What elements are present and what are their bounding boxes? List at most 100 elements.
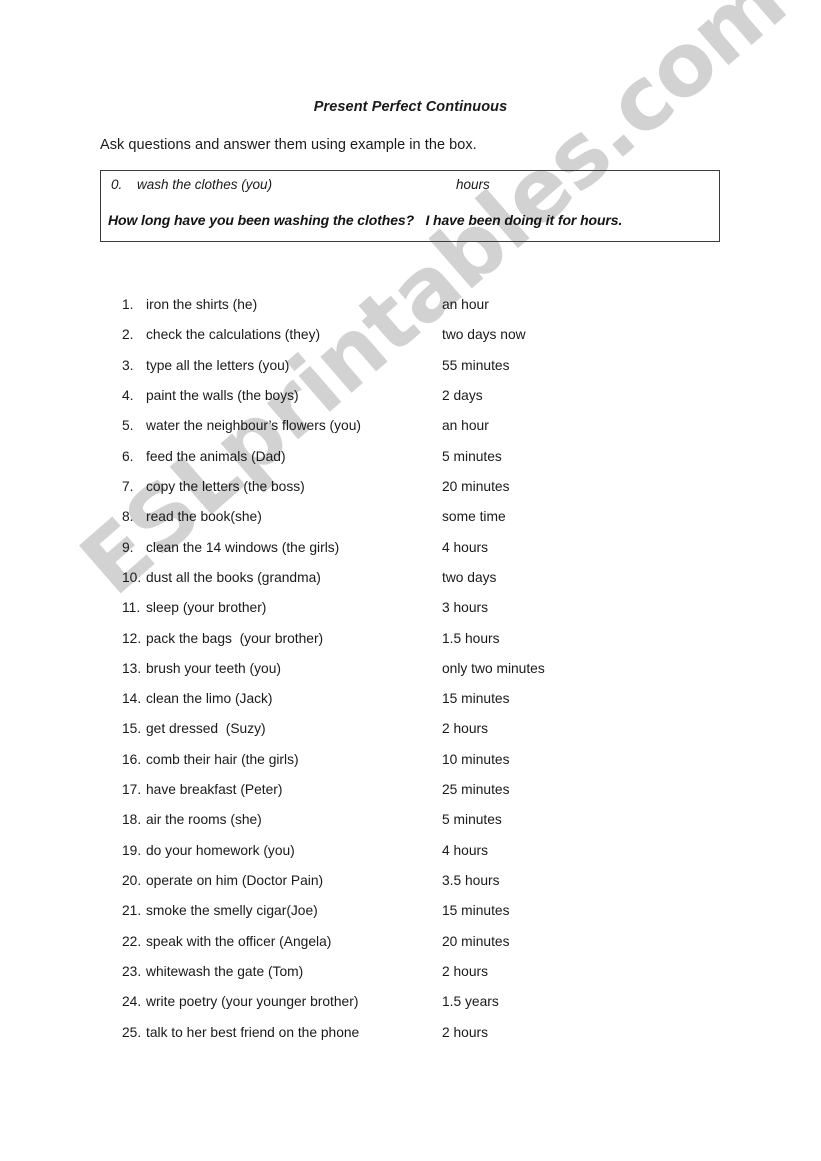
instruction-text: Ask questions and answer them using exam… <box>100 137 477 153</box>
exercise-number: 22. <box>122 933 142 949</box>
exercise-task: clean the 14 windows (the girls) <box>146 539 340 555</box>
exercise-number: 20. <box>122 873 142 889</box>
exercise-task: do your homework (you) <box>146 842 295 858</box>
example-duration: hours <box>456 177 490 192</box>
exercise-duration: 3.5 hours <box>442 873 500 889</box>
exercise-duration: 20 minutes <box>442 478 510 494</box>
exercise-duration: 5 minutes <box>442 448 502 464</box>
exercise-duration: 25 minutes <box>442 782 510 798</box>
exercise-task: read the book(she) <box>146 509 262 525</box>
exercise-duration: 2 hours <box>442 964 489 980</box>
exercise-task: write poetry (your younger brother) <box>146 994 359 1010</box>
exercise-duration: 10 minutes <box>442 751 510 767</box>
exercise-number: 3. <box>122 357 134 373</box>
exercise-number: 14. <box>122 691 142 707</box>
example-task: wash the clothes (you) <box>137 177 273 192</box>
exercise-number: 19. <box>122 842 142 858</box>
exercise-row: 2. check the calculations (they) two days … <box>0 327 821 357</box>
exercise-task: get dressed (Suzy) <box>146 721 266 737</box>
exercise-row: 19. do your homework (you) 4 hours <box>0 843 821 873</box>
exercise-task: speak with the officer (Angela) <box>146 933 332 949</box>
exercise-row: 25. talk to her best friend on the phone 2… <box>0 1025 821 1055</box>
exercise-duration: two days now <box>442 327 526 343</box>
exercise-duration: 2 days <box>442 387 483 403</box>
exercise-task: pack the bags (your brother) <box>146 630 324 646</box>
worksheet-page: ESLprintables.com Present Perfect Contin… <box>0 0 821 1161</box>
exercise-duration: 3 hours <box>442 600 489 616</box>
exercise-task: check the calculations (they) <box>146 327 321 343</box>
exercise-row: 22. speak with the officer (Angela) 20 min… <box>0 934 821 964</box>
exercise-row: 8. read the book(she) some time <box>0 509 821 539</box>
exercise-row: 23. whitewash the gate (Tom) 2 hours <box>0 964 821 994</box>
exercise-number: 6. <box>122 448 134 464</box>
exercise-duration: an hour <box>442 297 489 312</box>
exercise-duration: 20 minutes <box>442 933 510 949</box>
exercise-task: whitewash the gate (Tom) <box>146 964 304 980</box>
exercise-duration: 4 hours <box>442 539 489 555</box>
exercise-duration: 2 hours <box>442 721 489 737</box>
exercise-row: 4. paint the walls (the boys) 2 days <box>0 388 821 418</box>
exercise-task: smoke the smelly cigar(Joe) <box>146 903 318 919</box>
exercise-task: dust all the books (grandma) <box>146 569 321 585</box>
exercise-duration: only two minutes <box>442 660 545 676</box>
exercise-row: 12. pack the bags (your brother) 1.5 hours <box>0 631 821 661</box>
exercise-task: air the rooms (she) <box>146 812 262 828</box>
exercise-number: 2. <box>122 327 134 343</box>
exercise-row: 3. type all the letters (you) 55 minutes <box>0 358 821 388</box>
exercise-row: 14. clean the limo (Jack) 15 minutes <box>0 691 821 721</box>
exercise-duration: 1.5 years <box>442 994 499 1010</box>
exercise-duration: 55 minutes <box>442 357 510 373</box>
exercise-number: 24. <box>122 994 142 1010</box>
exercise-row: 6. feed the animals (Dad) 5 minutes <box>0 449 821 479</box>
exercise-task: operate on him (Doctor Pain) <box>146 873 324 889</box>
example-answer: How long have you been washing the cloth… <box>108 212 623 228</box>
exercise-row: 9. clean the 14 windows (the girls) 4 hour… <box>0 540 821 570</box>
exercise-duration: 2 hours <box>442 1024 489 1040</box>
exercise-duration: some time <box>442 509 506 525</box>
exercise-task: talk to her best friend on the phone <box>146 1024 360 1040</box>
exercise-task: feed the animals (Dad) <box>146 448 286 464</box>
exercise-duration: 4 hours <box>442 842 489 858</box>
exercise-number: 1. <box>122 297 134 312</box>
exercise-task: paint the walls (the boys) <box>146 387 299 403</box>
exercise-row: 16. comb their hair (the girls) 10 minutes <box>0 752 821 782</box>
exercise-number: 21. <box>122 903 142 919</box>
exercise-number: 13. <box>122 660 142 676</box>
exercise-task: type all the letters (you) <box>146 357 290 373</box>
exercise-number: 17. <box>122 782 142 798</box>
exercise-row: 10. dust all the books (grandma) two days <box>0 570 821 600</box>
exercise-row: 1. iron the shirts (he) an hour <box>0 297 821 327</box>
exercise-number: 25. <box>122 1024 142 1040</box>
exercise-duration: an hour <box>442 418 489 434</box>
exercise-row: 13. brush your teeth (you) only two minute… <box>0 661 821 691</box>
exercise-duration: 1.5 hours <box>442 630 500 646</box>
exercise-duration: two days <box>442 569 497 585</box>
exercise-row: 20. operate on him (Doctor Pain) 3.5 hours <box>0 873 821 903</box>
exercise-task: brush your teeth (you) <box>146 660 281 676</box>
exercise-task: copy the letters (the boss) <box>146 478 305 494</box>
exercise-number: 11. <box>122 600 141 616</box>
exercise-row: 21. smoke the smelly cigar(Joe) 15 minutes <box>0 903 821 933</box>
exercise-task: sleep (your brother) <box>146 600 267 616</box>
example-number: 0. <box>111 177 123 192</box>
exercise-task: have breakfast (Peter) <box>146 782 283 798</box>
exercise-row: 18. air the rooms (she) 5 minutes <box>0 812 821 842</box>
exercise-number: 18. <box>122 812 142 828</box>
exercise-task: comb their hair (the girls) <box>146 751 299 767</box>
exercise-duration: 15 minutes <box>442 903 510 919</box>
page-title: Present Perfect Continuous <box>313 99 508 115</box>
exercise-number: 15. <box>122 721 142 737</box>
exercise-number: 12. <box>122 630 142 646</box>
exercise-row: 17. have breakfast (Peter) 25 minutes <box>0 782 821 812</box>
exercise-number: 10. <box>122 569 142 585</box>
example-box: 0. wash the clothes (you) hours How long… <box>100 170 720 242</box>
exercise-row: 7. copy the letters (the boss) 20 minutes <box>0 479 821 509</box>
exercise-duration: 15 minutes <box>442 691 510 707</box>
exercise-task: clean the limo (Jack) <box>146 691 273 707</box>
exercise-row: 15. get dressed (Suzy) 2 hours <box>0 721 821 751</box>
exercise-task: water the neighbour’s flowers (you) <box>146 418 361 434</box>
exercise-row: 11. sleep (your brother) 3 hours <box>0 600 821 630</box>
exercise-row: 5. water the neighbour’s flowers (you) an … <box>0 418 821 448</box>
exercise-number: 9. <box>122 539 134 555</box>
exercise-row: 24. write poetry (your younger brother) 1.… <box>0 994 821 1024</box>
